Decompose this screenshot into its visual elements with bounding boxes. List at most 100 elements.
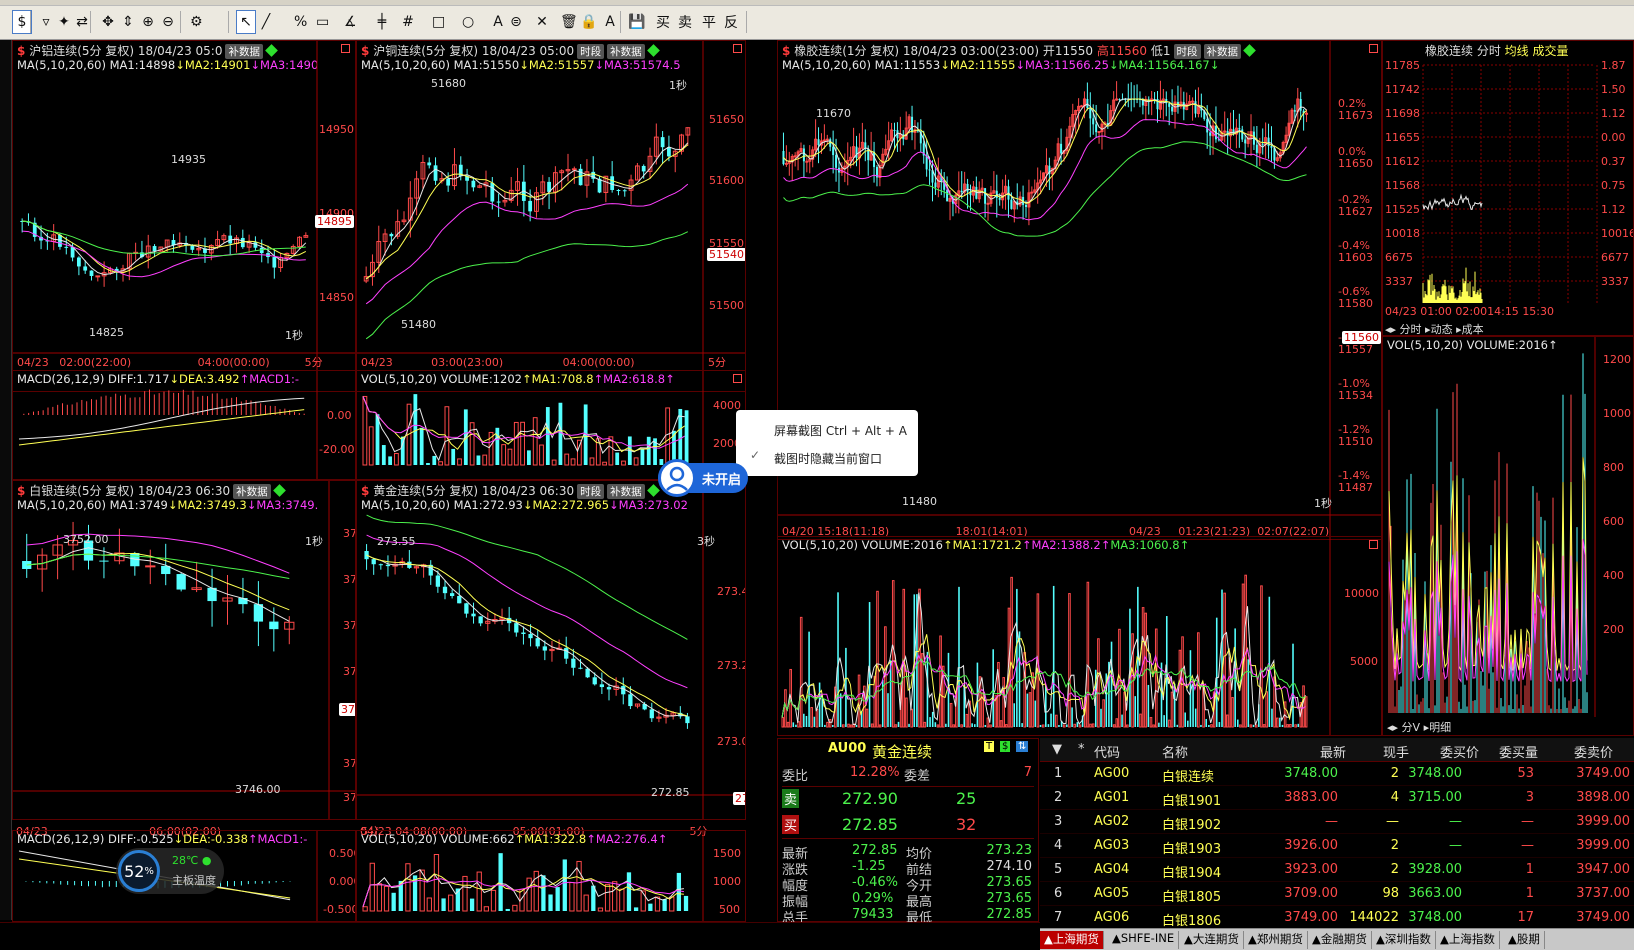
menu-item-hide-window[interactable]: 截图时隐藏当前窗口 — [774, 450, 882, 467]
minute-panel-ru[interactable]: 橡胶连续 分时 均线 成交量 11785 1.87 11742 1.50 11698 1.… — [1382, 40, 1634, 336]
temp-gauge[interactable]: 52% 28℃ ● 主板温度 — [116, 848, 224, 894]
axis-label: 11580 — [1338, 297, 1373, 310]
volume-bar — [1200, 724, 1202, 727]
close-icon[interactable] — [733, 44, 742, 53]
candle-body — [1118, 99, 1121, 100]
toolbar-button-8[interactable]: ⚙ — [186, 10, 207, 34]
axis-label: 5000 — [1350, 655, 1378, 668]
toolbar-button-14[interactable]: ╪ — [372, 10, 392, 34]
table-row[interactable]: 3 AG02 白银1902 — — — — 3999.00 — [1040, 810, 1634, 834]
tab-cost[interactable]: 成本 — [1462, 323, 1484, 335]
notify-badge[interactable]: 未开启 — [658, 459, 748, 497]
toolbar-button-22[interactable]: 🔒 — [576, 10, 601, 34]
toolbar-button-17[interactable]: ○ — [458, 10, 478, 34]
contract-table[interactable]: ▼ * 代码 名称 最新 现手 委买价 委买量 委卖价 1 AG00 白银连续 … — [1040, 738, 1634, 930]
col-vol[interactable]: 现手 — [1383, 742, 1409, 761]
minute-vol-tabs[interactable]: ◂▸ 分V ▸明细 — [1387, 719, 1451, 735]
toolbar-button-6[interactable]: ⊕ — [138, 10, 158, 34]
toolbar-button-4[interactable]: ✥ — [98, 10, 118, 34]
macd-panel-al[interactable]: MACD(26,12,9) DIFF:1.717↓DEA:3.492↑MACD1… — [12, 370, 356, 480]
col-code[interactable]: 代码 — [1094, 742, 1120, 761]
chart-panel-ag[interactable]: $ 白银连续(5分 复权) 18/04/23 06:30 补数据 MA(5,10,… — [12, 480, 356, 820]
market-tab-2[interactable]: ▲大连期货 — [1180, 931, 1244, 949]
table-row[interactable]: 1 AG00 白银连续 3748.00 2 3748.00 53 3749.00 — [1040, 762, 1634, 786]
col-ask[interactable]: 委卖价 — [1574, 742, 1613, 761]
toolbar-button-25[interactable]: 买 — [652, 10, 674, 34]
volume-bar — [569, 882, 575, 912]
volume-bar — [1141, 607, 1145, 728]
market-tab-3[interactable]: ▲郑州期货 — [1244, 931, 1308, 949]
toolbar-button-27[interactable]: 平 — [698, 10, 720, 34]
close-icon[interactable] — [1369, 44, 1378, 53]
volume-bar — [1068, 593, 1071, 728]
minute-vol-panel-ru[interactable]: VOL(5,10,20) VOLUME:2016↑ 1200 1000 800 600… — [1382, 336, 1634, 736]
toolbar-button-1[interactable]: ▿ — [36, 10, 56, 34]
axis-pct-label: 3337 — [1601, 275, 1629, 288]
s-icon[interactable]: $ — [1000, 741, 1011, 752]
toolbar-button-26[interactable]: 卖 — [674, 10, 696, 34]
toolbar-button-23[interactable]: A — [600, 10, 620, 34]
minute-tabs[interactable]: ◂▸ 分时 ▸动态 ▸成本 — [1385, 321, 1484, 335]
market-tab-0[interactable]: ▲上海期货 — [1040, 931, 1104, 949]
chart-panel-cu[interactable]: $ 沪铜连续(5分 复权) 18/04/23 05:00 时段 补数据 MA(5,1… — [356, 40, 746, 392]
toolbar-button-10[interactable]: ╱ — [256, 10, 276, 34]
table-row[interactable]: 6 AG05 白银1805 3709.00 98 3663.00 1 3737.… — [1040, 882, 1634, 906]
tab-dynamic[interactable]: 动态 — [1431, 323, 1453, 335]
table-row[interactable]: 5 AG04 白银1904 3923.00 2 3928.00 1 3947.0… — [1040, 858, 1634, 882]
volume-bar — [803, 713, 805, 727]
market-tab-6[interactable]: ▲上海指数 — [1436, 931, 1500, 949]
toolbar-button-5[interactable]: ⇕ — [118, 10, 138, 34]
toolbar-button-20[interactable]: ✕ — [532, 10, 552, 34]
market-tab-4[interactable]: ▲金融期货 — [1308, 931, 1372, 949]
menu-item-screenshot[interactable]: 屏幕截图 Ctrl + Alt + A — [774, 422, 907, 439]
close-icon[interactable] — [733, 374, 742, 383]
tab-volume[interactable]: 分V — [1402, 721, 1421, 734]
toolbar-button-0[interactable]: $ — [12, 10, 32, 34]
toolbar-button-9[interactable]: ↖ — [236, 10, 256, 34]
volume-bar — [1281, 724, 1284, 727]
t-icon[interactable]: T — [984, 741, 995, 752]
chart-panel-au[interactable]: $ 黄金连续(5分 复权) 18/04/23 06:30 时段 补数据 MA(5,1… — [356, 480, 746, 820]
col-name[interactable]: 名称 — [1162, 742, 1188, 761]
market-tab-7[interactable]: ▲股期 — [1504, 931, 1545, 949]
toolbar-button-28[interactable]: 反 — [720, 10, 742, 34]
vol-panel-au[interactable]: VOL(5,10,20) VOLUME:662↑MA1:322.8↑MA2:27… — [356, 830, 746, 922]
sub-tab-strip[interactable] — [0, 922, 1040, 950]
col-bidq[interactable]: 委买量 — [1499, 742, 1538, 761]
candle-body — [1255, 144, 1258, 153]
toolbar-button-3[interactable]: ⇄ — [72, 10, 92, 34]
updown-icon[interactable]: ⇅ — [1016, 741, 1029, 752]
col-bid[interactable]: 委买价 — [1440, 742, 1479, 761]
context-menu[interactable]: 屏幕截图 Ctrl + Alt + A ✓ 截图时隐藏当前窗口 — [736, 410, 918, 476]
toolbar-button-12[interactable]: ▭ — [312, 10, 333, 34]
toolbar-button-13[interactable]: ∡ — [340, 10, 361, 34]
close-icon[interactable] — [1369, 540, 1378, 549]
toolbar-button-24[interactable]: 💾 — [624, 10, 649, 34]
toolbar-button-15[interactable]: # — [398, 10, 418, 34]
candle-body — [893, 130, 896, 132]
high-label: 273.55 — [377, 535, 416, 548]
toolbar-button-11[interactable]: % — [290, 10, 311, 34]
table-row[interactable]: 4 AG03 白银1903 3926.00 2 — — 3999.00 — [1040, 834, 1634, 858]
toolbar-button-18[interactable]: A — [488, 10, 508, 34]
candle-body — [817, 139, 820, 146]
toolbar-button-16[interactable]: □ — [428, 10, 449, 34]
quote-row: 振幅 0.29% 最高 273.65 — [782, 891, 1032, 910]
tab-detail[interactable]: 明细 — [1429, 721, 1451, 734]
toolbar-button-7[interactable]: ⊖ — [158, 10, 178, 34]
market-tab-5[interactable]: ▲深圳指数 — [1372, 931, 1436, 949]
vol-panel-ru[interactable]: VOL(5,10,20) VOLUME:2016↑MA1:1721.2↑MA2:… — [777, 536, 1382, 736]
chart-panel-al[interactable]: $ 沪铝连续(5分 复权) 18/04/23 05:0 补数据 MA(5,10,2… — [12, 40, 356, 392]
toolbar-button-19[interactable]: ⊜ — [506, 10, 526, 34]
candle-body — [490, 182, 495, 202]
toolbar-button-2[interactable]: ✦ — [54, 10, 74, 34]
table-row[interactable]: 7 AG06 白银1806 3749.00 144022 3748.00 17 … — [1040, 906, 1634, 930]
col-last[interactable]: 最新 — [1320, 742, 1346, 761]
market-tab-1[interactable]: ▲SHFE-INE — [1108, 931, 1180, 949]
sort-icon[interactable]: ▼ — [1052, 742, 1062, 757]
left-scroll-bar[interactable] — [0, 40, 12, 920]
table-row[interactable]: 2 AG01 白银1901 3883.00 4 3715.00 3 3898.0… — [1040, 786, 1634, 810]
tab-minute[interactable]: 分时 — [1400, 323, 1422, 335]
close-icon[interactable] — [341, 44, 350, 53]
market-tabs[interactable]: ▲上海期货 ▲SHFE-INE ▲大连期货 ▲郑州期货 ▲金融期货 ▲深圳指数 ▲上海指数 ▲… — [1040, 928, 1634, 950]
